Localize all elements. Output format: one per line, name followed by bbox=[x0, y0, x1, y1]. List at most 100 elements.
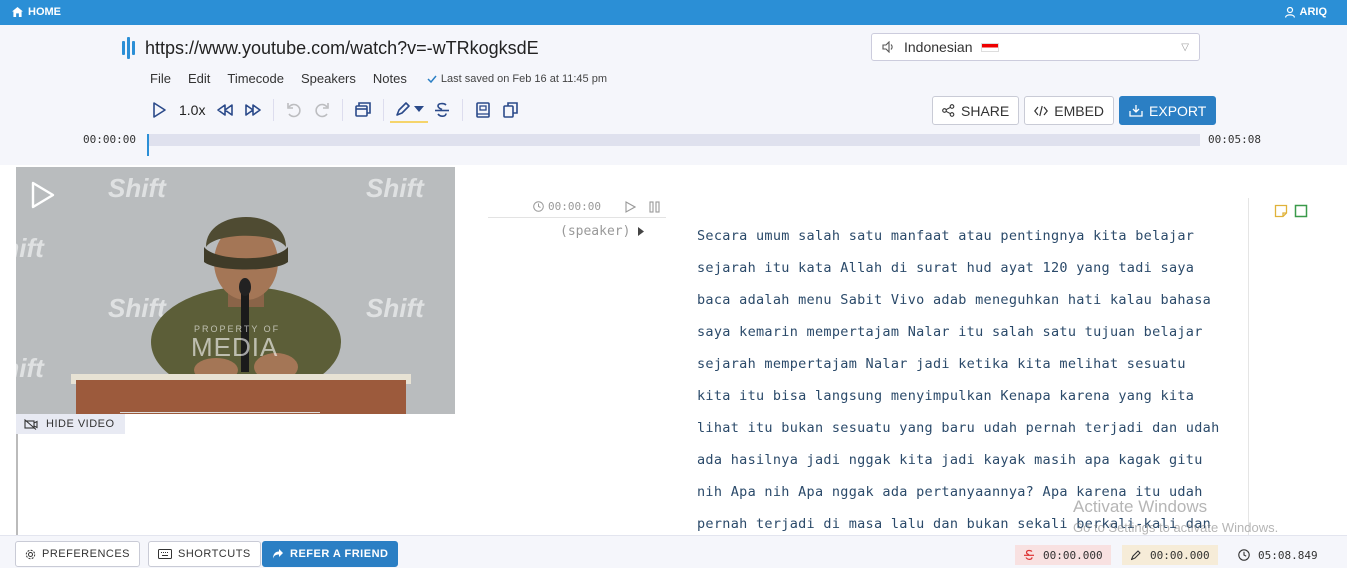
copy-window-button[interactable] bbox=[349, 97, 377, 123]
share-icon bbox=[273, 549, 283, 559]
play-icon bbox=[31, 181, 55, 209]
video-play-button[interactable] bbox=[30, 181, 56, 214]
book-button[interactable] bbox=[469, 97, 497, 123]
language-select[interactable]: Indonesian ▽ bbox=[871, 33, 1200, 61]
strikethrough-button[interactable] bbox=[428, 97, 456, 123]
sticky-note-icon[interactable] bbox=[1274, 204, 1288, 218]
footer-bar: PREFERENCES SHORTCUTS REFER A FRIEND 00:… bbox=[0, 535, 1347, 568]
total-duration: 05:08.849 bbox=[1230, 545, 1326, 565]
transcript-line: sejarah mempertajam Nalar jadi ketika ki… bbox=[697, 356, 1186, 372]
segment-time[interactable]: 00:00:00 bbox=[533, 200, 601, 213]
media-url: https://www.youtube.com/watch?v=-wTRkogk… bbox=[145, 37, 539, 58]
strikethrough-icon bbox=[435, 102, 450, 117]
highlighter-icon bbox=[396, 102, 411, 116]
indonesia-flag-icon bbox=[980, 42, 999, 52]
toolbar: 1.0x bbox=[145, 97, 525, 123]
share-icon bbox=[942, 104, 955, 117]
transcript-line: kita itu bisa langsung menyimpulkan Kena… bbox=[697, 388, 1195, 404]
segment-meta: 00:00:00 bbox=[488, 198, 666, 218]
redo-icon bbox=[315, 103, 330, 118]
code-icon bbox=[1034, 105, 1049, 116]
url-row: https://www.youtube.com/watch?v=-wTRkogk… bbox=[122, 37, 539, 59]
highlight-button[interactable] bbox=[390, 97, 429, 123]
menu-notes[interactable]: Notes bbox=[373, 71, 407, 86]
hide-video-label: HIDE VIDEO bbox=[46, 418, 115, 430]
rewind-button[interactable] bbox=[211, 97, 239, 123]
transcript-line: Secara umum salah satu manfaat atau pent… bbox=[697, 228, 1195, 244]
segment-pause-button[interactable] bbox=[649, 200, 660, 218]
notes-divider bbox=[1248, 198, 1249, 535]
menu-edit[interactable]: Edit bbox=[188, 71, 210, 86]
refer-friend-label: REFER A FRIEND bbox=[290, 548, 389, 560]
activate-windows-title: Activate Windows bbox=[1073, 497, 1208, 516]
rewind-icon bbox=[217, 104, 234, 116]
shortcuts-button[interactable]: SHORTCUTS bbox=[148, 541, 261, 567]
preferences-button[interactable]: PREFERENCES bbox=[15, 541, 141, 567]
playback-speed[interactable]: 1.0x bbox=[173, 102, 211, 118]
transcript-line: sejarah itu kata Allah di surat hud ayat… bbox=[697, 260, 1195, 276]
home-icon bbox=[12, 7, 23, 17]
toolbar-divider bbox=[462, 99, 464, 121]
undo-button[interactable] bbox=[280, 97, 308, 123]
video-off-icon bbox=[24, 418, 38, 430]
total-duration-value: 05:08.849 bbox=[1258, 548, 1318, 562]
fast-forward-icon bbox=[245, 104, 262, 116]
video-player[interactable]: Shift Shift Shift Shift Shift Shift PROP… bbox=[16, 167, 455, 414]
share-button[interactable]: SHARE bbox=[932, 96, 1020, 125]
speaker-volume-icon bbox=[882, 41, 893, 53]
windows-icon bbox=[355, 102, 372, 117]
export-button[interactable]: EXPORT bbox=[1119, 96, 1217, 125]
copy-button[interactable] bbox=[497, 97, 525, 123]
caret-right-icon bbox=[638, 227, 645, 236]
highlighter-icon bbox=[1130, 550, 1141, 561]
export-label: EXPORT bbox=[1149, 102, 1207, 119]
watermark-text: Shift bbox=[366, 173, 424, 203]
square-icon[interactable] bbox=[1294, 204, 1308, 218]
segment-play-button[interactable] bbox=[625, 200, 637, 218]
clock-icon bbox=[533, 201, 544, 212]
save-status-text: Last saved on Feb 16 at 11:45 pm bbox=[440, 72, 607, 85]
transcript-text[interactable]: Secara umum salah satu manfaat atau pent… bbox=[697, 220, 1245, 535]
playhead[interactable] bbox=[147, 134, 149, 156]
hide-video-button[interactable]: HIDE VIDEO bbox=[16, 414, 125, 434]
timeline-track[interactable] bbox=[147, 134, 1200, 156]
menu-speakers[interactable]: Speakers bbox=[301, 71, 356, 86]
editor-header: https://www.youtube.com/watch?v=-wTRkogk… bbox=[0, 25, 1347, 165]
save-status: Last saved on Feb 16 at 11:45 pm bbox=[427, 73, 607, 85]
fast-forward-button[interactable] bbox=[239, 97, 267, 123]
play-icon bbox=[153, 102, 166, 118]
user-menu[interactable]: ARIQ bbox=[1284, 6, 1328, 18]
speaker-label[interactable]: (speaker) bbox=[560, 224, 645, 239]
app-logo-icon bbox=[122, 37, 135, 59]
language-value: Indonesian bbox=[904, 39, 973, 55]
highlight-duration: 00:00.000 bbox=[1122, 545, 1218, 565]
pause-icon bbox=[649, 201, 660, 213]
home-label: HOME bbox=[28, 6, 61, 18]
strikethrough-duration: 00:00.000 bbox=[1015, 545, 1111, 565]
redo-button[interactable] bbox=[308, 97, 336, 123]
home-link[interactable]: HOME bbox=[12, 6, 61, 18]
toolbar-divider bbox=[342, 99, 344, 121]
refer-friend-button[interactable]: REFER A FRIEND bbox=[262, 541, 399, 567]
watermark-text: Shift bbox=[16, 353, 44, 383]
preferences-label: PREFERENCES bbox=[42, 548, 131, 560]
transcript-line: baca adalah menu Sabit Vivo adab meneguh… bbox=[697, 292, 1212, 308]
play-button[interactable] bbox=[145, 97, 173, 123]
embed-button[interactable]: EMBED bbox=[1024, 96, 1115, 125]
menu-file[interactable]: File bbox=[150, 71, 171, 86]
user-name: ARIQ bbox=[1299, 6, 1328, 18]
highlight-time: 00:00.000 bbox=[1150, 548, 1210, 562]
user-icon bbox=[1284, 6, 1295, 18]
caret-down-icon bbox=[414, 106, 425, 112]
gear-icon bbox=[25, 549, 36, 559]
keyboard-icon bbox=[158, 549, 172, 559]
check-icon bbox=[427, 75, 437, 83]
menu-timecode[interactable]: Timecode bbox=[227, 71, 284, 86]
chevron-down-icon: ▽ bbox=[1181, 41, 1189, 53]
watermark-text: Shift bbox=[366, 293, 424, 323]
timeline-start-time: 00:00:00 bbox=[83, 133, 136, 146]
timeline: 00:00:00 00:05:08 bbox=[0, 131, 1347, 156]
share-label: SHARE bbox=[961, 102, 1010, 119]
transcript-line: saya kemarin mempertajam Nalar itu salah… bbox=[697, 324, 1203, 340]
speaker-name: (speaker) bbox=[560, 224, 631, 239]
